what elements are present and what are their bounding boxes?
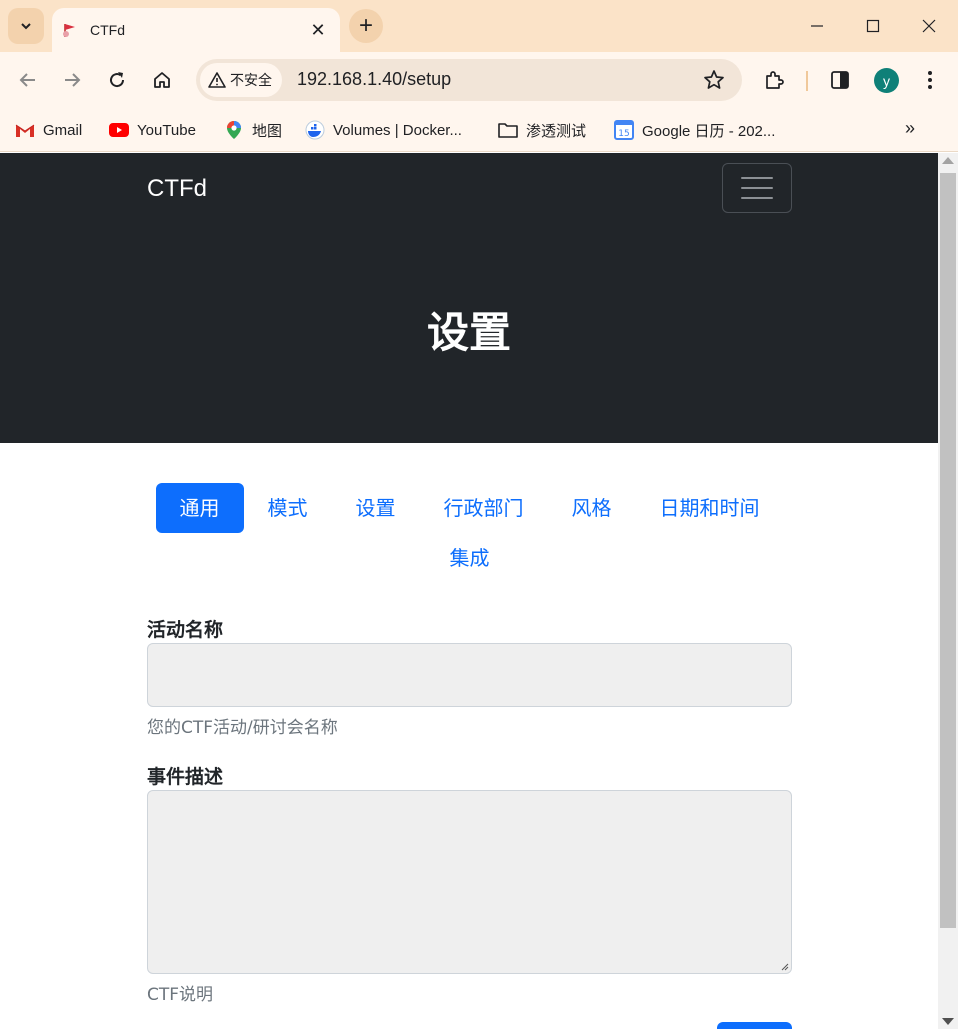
bookmarks-bar: Gmail YouTube 地图 Volumes | Docker... 渗透测… [0, 108, 958, 152]
tab-general[interactable]: 通用 [155, 483, 244, 533]
tab-datetime[interactable]: 日期和时间 [636, 483, 784, 533]
bookmark-label: Gmail [43, 121, 83, 139]
event-name-label: 活动名称 [147, 619, 224, 641]
vertical-scrollbar[interactable] [938, 153, 958, 1029]
setup-form: 活动名称 您的CTF活动/研讨会名称 事件描述 CTF说明 [147, 613, 792, 1005]
calendar-icon: 15 [614, 120, 634, 140]
description-textarea[interactable] [147, 790, 792, 974]
bookmark-label: Google 日历 - 202... [642, 122, 776, 140]
home-icon[interactable] [144, 62, 180, 98]
close-tab-icon[interactable]: ✕ [308, 20, 328, 40]
hamburger-bar [741, 197, 773, 199]
warning-icon [208, 72, 226, 88]
profile-avatar[interactable]: y [874, 68, 899, 93]
description-help: CTF说明 [147, 985, 214, 1005]
bookmark-label: 渗透测试 [526, 122, 587, 140]
scroll-down-arrow-icon[interactable] [942, 1018, 954, 1025]
url-text[interactable]: 192.168.1.40/setup [297, 69, 451, 90]
tab-settings[interactable]: 设置 [332, 483, 420, 533]
navbar-brand[interactable]: CTFd [147, 175, 207, 203]
bookmark-label: Volumes | Docker... [333, 121, 462, 139]
menu-kebab-icon[interactable] [912, 62, 948, 98]
browser-tabstrip: CTFd ✕ + [0, 0, 958, 52]
forward-icon[interactable] [54, 62, 90, 98]
more-bookmarks-icon[interactable]: » [905, 118, 915, 139]
reload-icon[interactable] [99, 62, 135, 98]
tab-search-button[interactable] [8, 8, 44, 44]
toolbar-divider [806, 71, 808, 91]
page-viewport: CTFd 设置 通用 模式 设置 行政部门 风格 日期和时间 集成 活动名称 您… [0, 153, 938, 1029]
tab-mode[interactable]: 模式 [244, 483, 332, 533]
bookmark-label: YouTube [137, 121, 196, 139]
resize-handle-icon[interactable] [779, 961, 789, 971]
side-panel-icon[interactable] [822, 62, 858, 98]
bookmark-docker[interactable]: Volumes | Docker... [305, 118, 462, 142]
svg-text:15: 15 [618, 129, 629, 139]
tab-style[interactable]: 风格 [548, 483, 636, 533]
youtube-icon [109, 120, 129, 140]
extensions-icon[interactable] [756, 62, 792, 98]
tab-administration[interactable]: 行政部门 [420, 483, 548, 533]
setup-tabs: 通用 模式 设置 行政部门 风格 日期和时间 集成 [147, 483, 792, 583]
navbar-toggler-button[interactable] [722, 163, 792, 213]
chevron-down-icon [21, 23, 31, 30]
close-window-icon[interactable] [900, 0, 958, 52]
gmail-icon [15, 120, 35, 140]
security-chip-label: 不安全 [230, 72, 272, 88]
security-chip[interactable]: 不安全 [200, 63, 282, 97]
bookmark-label: 地图 [252, 122, 283, 140]
description-label: 事件描述 [147, 766, 224, 788]
bookmark-star-icon[interactable] [702, 68, 726, 92]
docker-icon [305, 120, 325, 140]
page-header: CTFd 设置 [0, 153, 938, 443]
back-icon[interactable] [10, 62, 46, 98]
tab-integrations[interactable]: 集成 [426, 533, 514, 583]
event-name-help: 您的CTF活动/研讨会名称 [147, 718, 338, 738]
address-bar[interactable]: 不安全 192.168.1.40/setup [196, 59, 742, 101]
tab-title: CTFd [90, 22, 125, 38]
tabs-row: 通用 模式 设置 行政部门 风格 日期和时间 [147, 483, 792, 533]
maximize-icon[interactable] [844, 0, 902, 52]
page-title: 设置 [426, 308, 511, 357]
minimize-icon[interactable] [788, 0, 846, 52]
bookmark-calendar[interactable]: 15 Google 日历 - 202... [614, 118, 775, 142]
bookmark-youtube[interactable]: YouTube [109, 118, 196, 142]
tabs-row: 集成 [147, 533, 792, 583]
maps-icon [224, 120, 244, 140]
scrollbar-thumb[interactable] [940, 173, 956, 928]
bookmark-gmail[interactable]: Gmail [15, 118, 82, 142]
new-tab-button[interactable]: + [349, 9, 383, 43]
next-button[interactable] [717, 1022, 792, 1029]
browser-toolbar: 不安全 192.168.1.40/setup y [0, 52, 958, 108]
hamburger-bar [741, 187, 773, 189]
hamburger-bar [741, 177, 773, 179]
bookmark-maps[interactable]: 地图 [224, 118, 282, 142]
ctfd-favicon-icon [63, 24, 75, 37]
browser-tab[interactable]: CTFd ✕ [52, 8, 340, 52]
scroll-up-arrow-icon[interactable] [942, 157, 954, 164]
folder-icon [498, 120, 518, 140]
bookmark-folder[interactable]: 渗透测试 [498, 118, 586, 142]
event-name-input[interactable] [147, 643, 792, 707]
